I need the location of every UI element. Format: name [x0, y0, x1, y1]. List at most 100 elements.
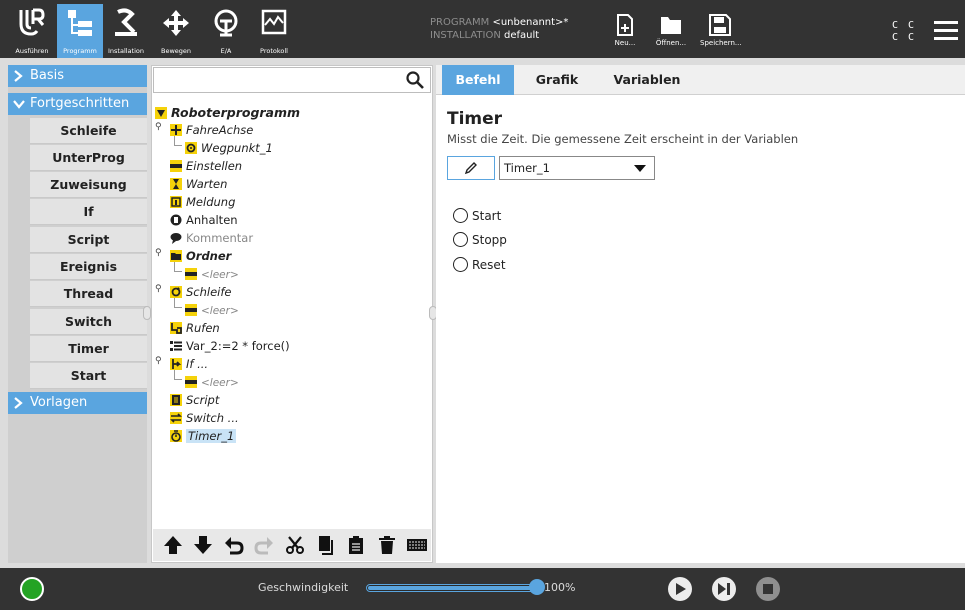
trash-icon: [378, 536, 395, 554]
tree-node-assignment[interactable]: Var_2:=2 * force(): [170, 338, 290, 355]
paste-button[interactable]: [342, 531, 370, 559]
tree-node-timer[interactable]: Timer_1: [170, 428, 237, 445]
nav-io-label: E/A: [220, 47, 232, 55]
category-advanced-label: Fortgeschritten: [30, 96, 130, 111]
tree-node-wait[interactable]: Warten: [170, 176, 227, 193]
save-label: Speichern...: [700, 39, 742, 47]
command-start[interactable]: Start: [30, 363, 147, 389]
radio-stop[interactable]: Stopp: [453, 231, 507, 249]
move-down-button[interactable]: [190, 531, 218, 559]
nav-io-button[interactable]: E/A: [203, 4, 249, 58]
search-icon[interactable]: [406, 71, 424, 89]
category-templates[interactable]: Vorlagen: [8, 392, 147, 414]
nav-log-label: Protokoll: [260, 47, 288, 55]
tree-node-label: Switch ...: [186, 411, 239, 425]
tree-root[interactable]: Roboterprogramm: [155, 104, 300, 121]
tab-variables[interactable]: Variablen: [602, 65, 692, 95]
search-input[interactable]: [158, 69, 398, 91]
command-timer[interactable]: Timer: [30, 336, 147, 362]
step-button[interactable]: [712, 577, 736, 601]
category-advanced[interactable]: Fortgeschritten: [8, 93, 147, 115]
tree-node-popup[interactable]: Meldung: [170, 194, 235, 211]
speed-value: 100%: [544, 581, 576, 594]
chevron-right-icon: [14, 70, 23, 82]
category-basis[interactable]: Basis: [8, 65, 147, 87]
tree-node-movej[interactable]: FahreAchse: [170, 122, 253, 139]
timer-icon: [170, 430, 182, 442]
copy-button[interactable]: [312, 531, 340, 559]
hamburger-menu-icon[interactable]: [934, 20, 958, 40]
command-switch[interactable]: Switch: [30, 309, 147, 335]
tree-node-comment[interactable]: Kommentar: [170, 230, 253, 247]
tree-node-call[interactable]: Rufen: [170, 320, 220, 337]
tree-node-label: Meldung: [186, 195, 236, 209]
speed-slider[interactable]: [366, 579, 545, 595]
tree-toolbar: [153, 529, 431, 561]
nav-program-label: Programm: [63, 47, 97, 55]
power-button[interactable]: [20, 577, 44, 601]
command-schleife[interactable]: Schleife: [30, 118, 147, 144]
cc-line-1: C C: [892, 20, 917, 31]
command-zuweisung[interactable]: Zuweisung: [30, 172, 147, 198]
play-icon: [676, 583, 686, 595]
edit-variable-button[interactable]: [447, 156, 495, 180]
tree-node-empty[interactable]: <leer>: [185, 266, 239, 283]
radio-start[interactable]: Start: [453, 207, 501, 225]
chevron-down-icon: [13, 100, 25, 109]
nav-run-button[interactable]: Ausführen: [9, 4, 55, 58]
tree-node-halt[interactable]: Anhalten: [170, 212, 238, 229]
command-if[interactable]: If: [30, 199, 147, 225]
tree-node-waypoint[interactable]: Wegpunkt_1: [185, 140, 273, 157]
speed-slider-knob[interactable]: [529, 579, 545, 595]
pin-icon: ⚲: [155, 356, 162, 366]
undo-button[interactable]: [220, 531, 248, 559]
command-thread[interactable]: Thread: [30, 281, 147, 307]
tree-node-switch[interactable]: Switch ...: [170, 410, 239, 427]
bottom-bar: Geschwindigkeit 100%: [0, 568, 965, 610]
nav-installation-button[interactable]: Installation: [103, 4, 149, 58]
command-unterprog[interactable]: UnterProg: [30, 145, 147, 171]
move-icon: [163, 10, 189, 36]
radio-reset[interactable]: Reset: [453, 256, 506, 274]
tree-node-set[interactable]: Einstellen: [170, 158, 242, 175]
scissors-icon: [286, 536, 305, 554]
program-key: PROGRAMM: [430, 17, 490, 28]
arrow-up-icon: [163, 536, 182, 554]
timer-variable-select[interactable]: Timer_1: [499, 156, 655, 180]
stop-button[interactable]: [756, 577, 780, 601]
save-button[interactable]: Speichern...: [700, 14, 742, 47]
command-ereignis[interactable]: Ereignis: [30, 254, 147, 280]
program-name: <unbenannt>*: [492, 17, 569, 28]
pin-icon: ⚲: [155, 122, 162, 132]
tab-graphics[interactable]: Grafik: [522, 65, 592, 95]
move-up-button[interactable]: [159, 531, 187, 559]
halt-icon: [170, 214, 182, 226]
new-button[interactable]: Neu...: [605, 14, 645, 47]
tree-node-label: FahreAchse: [186, 123, 254, 137]
tree-node-empty[interactable]: <leer>: [185, 302, 239, 319]
save-icon: [709, 14, 731, 36]
delete-button[interactable]: [373, 531, 401, 559]
play-button[interactable]: [668, 577, 692, 601]
command-script[interactable]: Script: [30, 227, 147, 253]
nav-move-button[interactable]: Bewegen: [153, 4, 199, 58]
radio-reset-label: Reset: [472, 258, 506, 272]
installation-icon: [115, 8, 137, 36]
undo-icon: [224, 537, 244, 555]
redo-button[interactable]: [251, 531, 279, 559]
category-templates-label: Vorlagen: [30, 395, 88, 410]
redo-icon: [254, 537, 274, 555]
tree-node-script[interactable]: Script: [170, 392, 219, 409]
suppress-button[interactable]: [404, 531, 432, 559]
tab-command[interactable]: Befehl: [442, 65, 514, 95]
folder-icon: [170, 250, 182, 262]
search-box: [153, 67, 431, 93]
empty-icon: [185, 376, 197, 388]
left-panel-collapse-handle[interactable]: [143, 306, 151, 320]
nav-log-button[interactable]: Protokoll: [251, 4, 297, 58]
category-basis-label: Basis: [30, 68, 65, 83]
nav-program-button[interactable]: Programm: [57, 4, 103, 58]
open-button[interactable]: Öffnen...: [651, 14, 691, 47]
tree-node-empty[interactable]: <leer>: [185, 374, 239, 391]
cut-button[interactable]: [281, 531, 309, 559]
